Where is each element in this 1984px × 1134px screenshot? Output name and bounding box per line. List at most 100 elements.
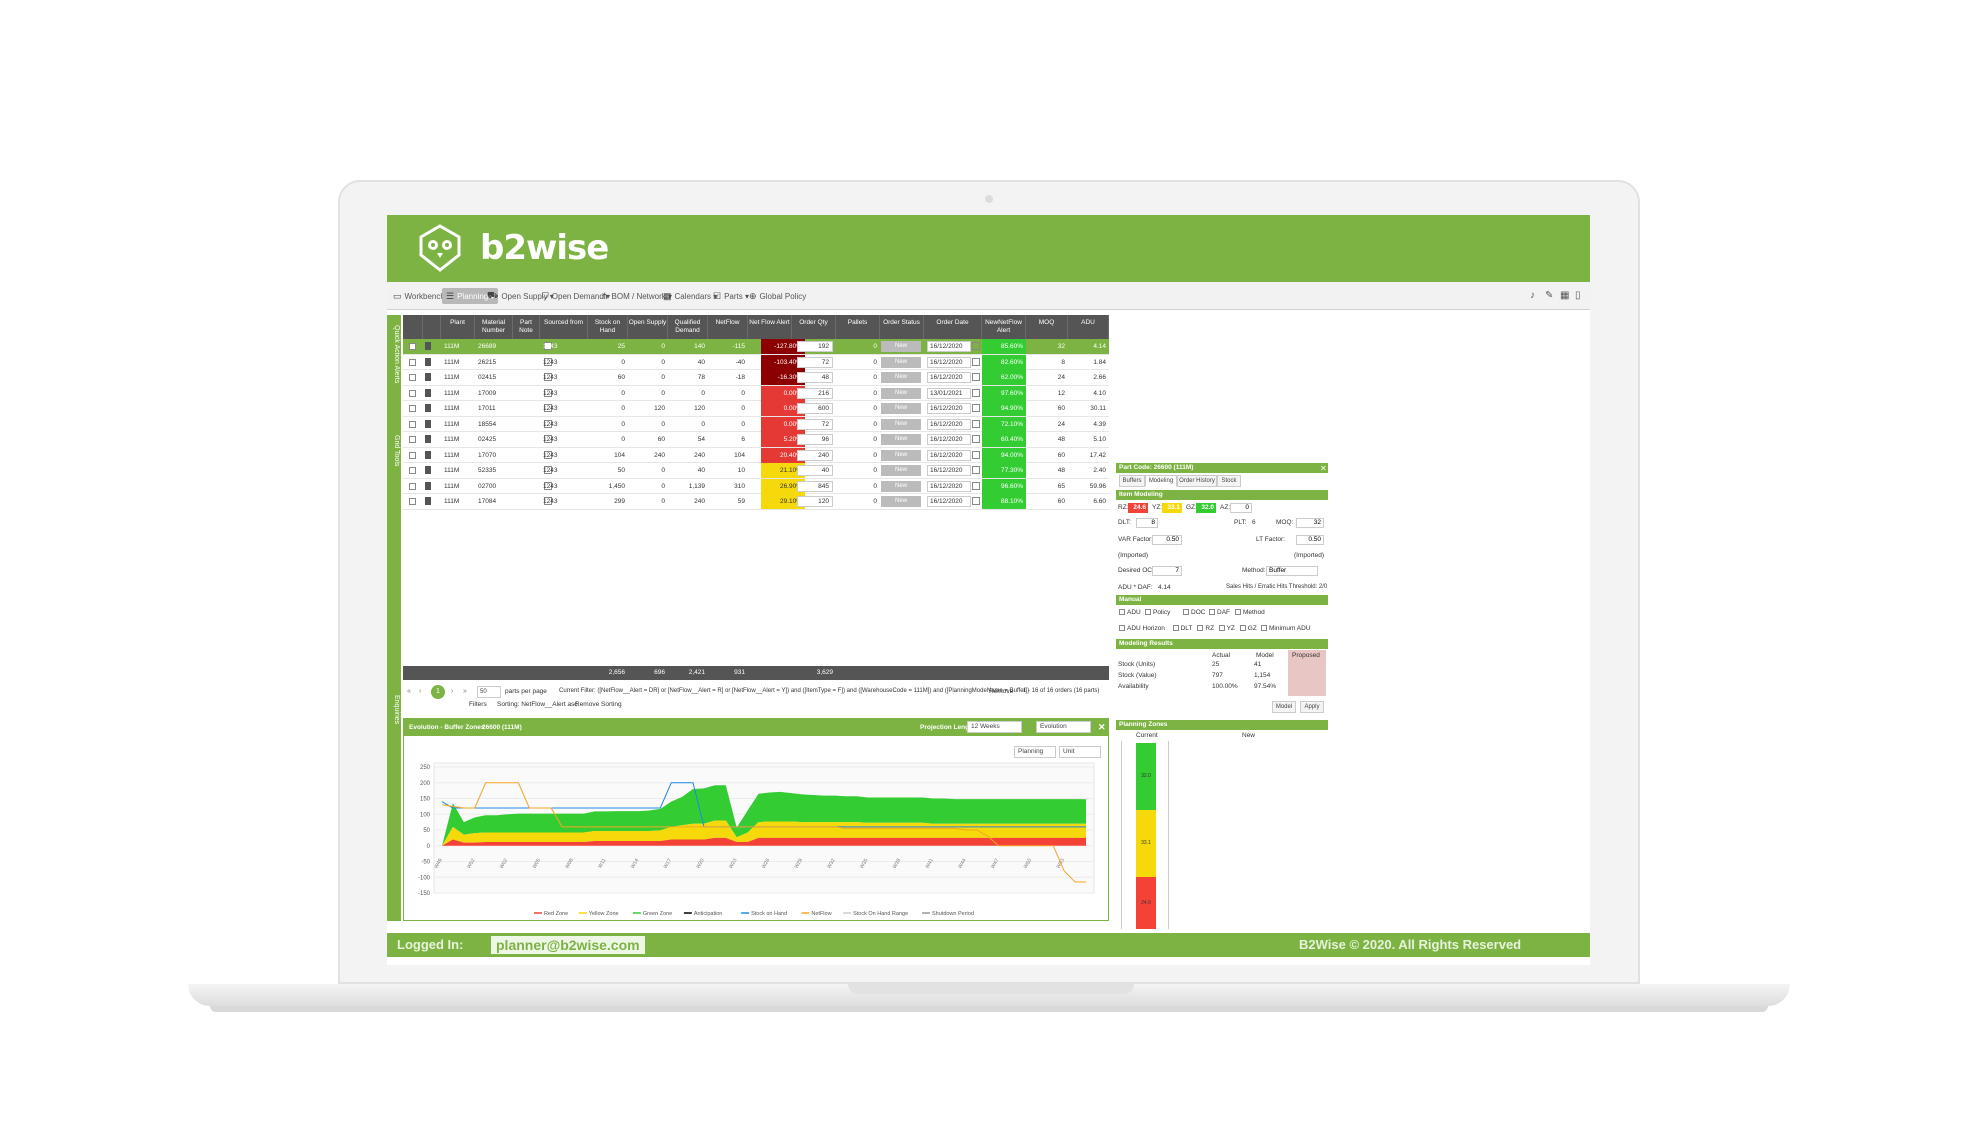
view-select[interactable]: Evolution xyxy=(1036,721,1091,733)
nav-calendars[interactable]: ▦ Calendars ▾ xyxy=(663,288,717,304)
manual-checkbox[interactable] xyxy=(1145,609,1151,615)
close-chart-icon[interactable]: ✕ xyxy=(1098,722,1106,733)
document-icon[interactable] xyxy=(425,450,431,459)
order-qty-input[interactable]: 96 xyxy=(797,434,833,445)
row-checkbox[interactable] xyxy=(409,420,416,428)
manual-checkbox[interactable] xyxy=(1119,625,1125,631)
nav-bom-network[interactable]: ⋔ BOM / Network ▾ xyxy=(601,288,672,304)
logged-user[interactable]: planner@b2wise.com xyxy=(491,936,645,954)
cell-material[interactable]: 26215 xyxy=(475,355,513,370)
cell-material[interactable]: 17011 xyxy=(475,401,513,416)
manual-checkbox[interactable] xyxy=(1183,609,1189,615)
col-order-qty[interactable]: Order Qty xyxy=(792,315,836,339)
document-icon[interactable] xyxy=(425,435,431,443)
row-checkbox[interactable] xyxy=(409,482,416,490)
document-icon[interactable] xyxy=(425,419,431,428)
first-page-icon[interactable]: « xyxy=(407,688,411,695)
row-checkbox[interactable] xyxy=(409,467,416,474)
ltf-value[interactable]: 0.50 xyxy=(1296,535,1324,545)
col-supply[interactable]: Open Supply xyxy=(628,315,668,339)
row-checkbox[interactable] xyxy=(409,451,416,459)
calendar-icon[interactable] xyxy=(972,373,980,381)
order-qty-input[interactable]: 40 xyxy=(797,465,833,476)
col-pallets[interactable]: Pallets xyxy=(836,315,880,339)
dlt-value[interactable]: 8 xyxy=(1136,518,1158,528)
model-button[interactable]: Model xyxy=(1272,701,1296,713)
order-qty-input[interactable]: 120 xyxy=(797,496,833,507)
document-icon[interactable] xyxy=(425,357,431,366)
projection-select[interactable]: 12 Weeks xyxy=(967,721,1022,733)
tab-order-history[interactable]: Order History xyxy=(1177,475,1217,487)
order-date-input[interactable]: 16/12/2020 xyxy=(927,465,971,476)
col-soh[interactable]: Stock on Hand xyxy=(588,315,628,339)
cell-material[interactable]: 17009 xyxy=(475,386,513,401)
next-page-icon[interactable]: › xyxy=(451,688,453,695)
col-status[interactable]: Order Status xyxy=(880,315,924,339)
yz-value[interactable]: 33.1 xyxy=(1162,503,1182,513)
owl-shield-icon[interactable] xyxy=(415,223,465,273)
order-qty-input[interactable]: 240 xyxy=(797,449,833,461)
close-panel-icon[interactable]: ✕ xyxy=(1320,464,1327,473)
table-row[interactable]: 111M 26215 1243 0 0 40 -40 -103.40% 72 0 New 16/12/… xyxy=(403,354,1109,370)
method-select[interactable]: Buffer xyxy=(1266,566,1318,576)
order-qty-input[interactable]: 48 xyxy=(797,372,833,383)
order-date-input[interactable]: 16/12/2020 xyxy=(927,403,971,414)
col-moq[interactable]: MOQ xyxy=(1026,315,1068,339)
col-sourced[interactable]: Sourced from xyxy=(540,315,588,339)
nav-workbench[interactable]: ▭ Workbench xyxy=(393,288,445,304)
nav-open-demand[interactable]: ⛉ Open Demand ▾ xyxy=(542,288,610,304)
col-alert[interactable]: Net Flow Alert xyxy=(748,315,792,339)
col-date[interactable]: Order Date xyxy=(924,315,982,339)
col-plant[interactable]: Plant xyxy=(441,315,475,339)
manual-checkbox[interactable] xyxy=(1218,625,1225,631)
moq-value[interactable]: 32 xyxy=(1296,518,1324,528)
calendar-icon[interactable] xyxy=(972,404,980,412)
table-row[interactable]: 111M 52335 1243 50 0 40 10 21.10% 40 0 New 16/12/20… xyxy=(403,463,1109,479)
calendar-icon[interactable] xyxy=(972,342,980,350)
cell-material[interactable]: 02425 xyxy=(475,432,513,447)
table-row[interactable]: 111M 02700 1243 1,450 0 1,139 310 26.90% 845 0 New… xyxy=(403,478,1109,494)
row-checkbox[interactable] xyxy=(409,389,416,397)
document-icon[interactable] xyxy=(425,404,431,412)
cell-material[interactable]: 52335 xyxy=(475,463,513,478)
grid-icon[interactable]: ▦ xyxy=(1560,290,1569,301)
cell-material[interactable]: 02700 xyxy=(475,479,513,494)
calendar-icon[interactable] xyxy=(972,357,980,366)
nav-global-policy[interactable]: ⊕ Global Policy xyxy=(749,288,806,304)
edit-icon[interactable]: ✎ xyxy=(1545,290,1553,301)
prev-page-icon[interactable]: ‹ xyxy=(419,688,421,695)
manual-checkbox[interactable] xyxy=(1261,625,1267,631)
table-row[interactable]: 111M 26689 1243 25 0 140 -115 -127.80% 192 0 New 16… xyxy=(403,339,1109,355)
calendar-icon[interactable] xyxy=(972,388,980,397)
strip-quick-alerts[interactable]: Quick Action Alerts xyxy=(388,325,400,383)
document-icon[interactable] xyxy=(425,466,431,474)
cell-material[interactable]: 26689 xyxy=(475,339,513,354)
filters-link[interactable]: Filters xyxy=(469,701,487,708)
row-checkbox[interactable] xyxy=(409,405,416,412)
az-value[interactable]: 0 xyxy=(1230,503,1252,513)
cell-material[interactable]: 17070 xyxy=(475,448,513,463)
manual-checkbox[interactable] xyxy=(1235,609,1241,615)
cell-material[interactable]: 17084 xyxy=(475,494,513,509)
order-date-input[interactable]: 16/12/2020 xyxy=(927,356,971,368)
nav-parts[interactable]: ☑ Parts ▾ xyxy=(713,288,749,304)
col-demand[interactable]: Qualified Demand xyxy=(668,315,708,339)
document-icon[interactable]: ▯ xyxy=(1575,290,1581,301)
last-page-icon[interactable]: » xyxy=(463,688,467,695)
document-icon[interactable] xyxy=(425,342,431,350)
table-row[interactable]: 111M 17070 1243 104 240 240 104 20.40% 240 0 New 16… xyxy=(403,447,1109,463)
strip-enquiries[interactable]: Enquiries xyxy=(388,695,400,724)
tab-buffers[interactable]: Buffers xyxy=(1119,475,1145,487)
manual-checkbox[interactable] xyxy=(1119,609,1125,615)
table-row[interactable]: 111M 17011 1243 0 120 120 0 0.00% 600 0 New 16/12/2… xyxy=(403,401,1109,417)
calendar-icon[interactable] xyxy=(972,466,980,474)
calendar-icon[interactable] xyxy=(972,450,980,459)
col-part-note[interactable]: Part Note xyxy=(513,315,540,339)
order-date-input[interactable]: 16/12/2020 xyxy=(927,449,971,461)
calendar-icon[interactable] xyxy=(972,481,980,490)
order-date-input[interactable]: 16/12/2020 xyxy=(927,341,971,352)
apply-button[interactable]: Apply xyxy=(1300,701,1324,713)
gz-value[interactable]: 32.0 xyxy=(1196,503,1216,513)
manual-checkbox[interactable] xyxy=(1172,625,1179,631)
order-qty-input[interactable]: 216 xyxy=(797,387,833,399)
